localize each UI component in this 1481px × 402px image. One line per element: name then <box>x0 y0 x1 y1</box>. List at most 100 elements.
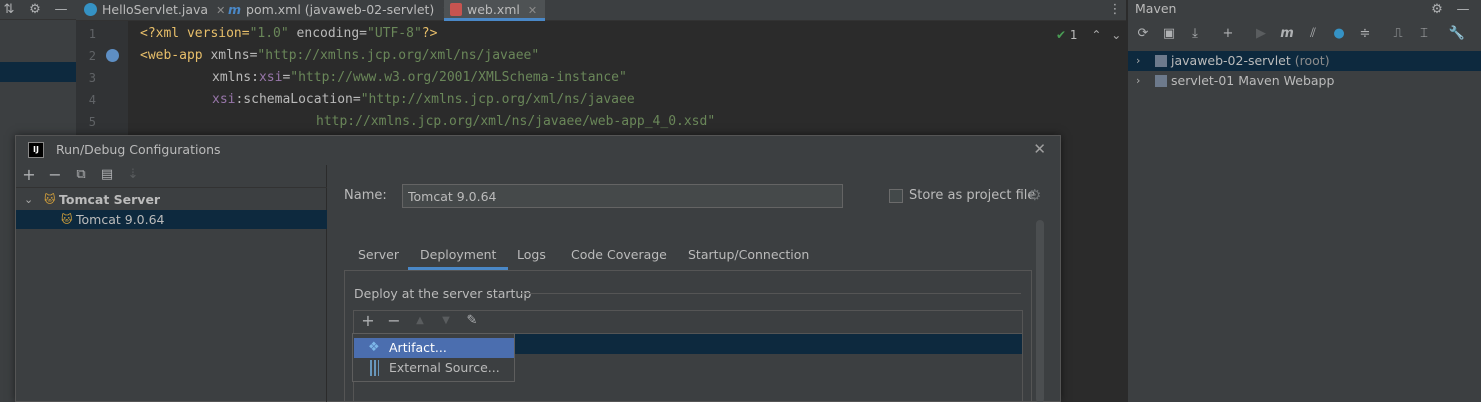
maven-module-icon <box>1155 55 1167 67</box>
maven-title: Maven <box>1135 1 1177 16</box>
show-deps-icon[interactable]: ⌶ <box>1415 25 1433 43</box>
download-icon[interactable]: ⤓ <box>1186 25 1204 43</box>
intellij-logo: IJ <box>28 142 44 158</box>
store-as-project-label[interactable]: Store as project file <box>909 188 1035 203</box>
run-icon[interactable]: ▶ <box>1252 25 1270 43</box>
class-icon <box>84 3 97 16</box>
chevron-down-icon[interactable]: ⌄ <box>24 190 33 209</box>
tree-group-tomcat[interactable]: ⌄ 🐱 Tomcat Server <box>16 190 327 209</box>
name-input[interactable] <box>402 184 843 208</box>
tab-deployment[interactable]: Deployment <box>408 244 509 270</box>
maven-toolbar: ⟳ ▣ ⤓ + ▶ m ⫽ ● ≑ ⎍ ⌶ 🔧 <box>1128 24 1481 48</box>
code-token: "1.0" <box>249 26 289 41</box>
close-icon[interactable]: ✕ <box>1033 140 1046 158</box>
minimize-icon[interactable]: — <box>52 1 70 19</box>
code-token: <web-app <box>140 48 203 63</box>
tab-pom[interactable]: mpom.xml (javaweb-02-servlet)✕ <box>228 0 452 21</box>
config-tabs: Server Deployment Logs Code Coverage Sta… <box>346 244 1046 270</box>
maven-project-suffix: (root) <box>1290 53 1330 68</box>
project-selected-row[interactable] <box>0 62 76 82</box>
tab-logs[interactable]: Logs <box>517 244 546 270</box>
copy-icon[interactable]: ⧉ <box>72 166 90 184</box>
maven-project-row[interactable]: › javaweb-02-servlet (root) <box>1128 51 1481 71</box>
code-line-3: xmlns:xsi="http://www.w3.org/2001/XMLSch… <box>212 70 627 85</box>
line-number: 2 <box>88 49 96 63</box>
run-debug-dialog: IJ Run/Debug Configurations ✕ + − ⧉ ▤ ⇣ … <box>15 135 1061 402</box>
scrollbar[interactable] <box>1036 220 1044 402</box>
code-token: <?xml version= <box>140 26 250 41</box>
deployment-toolbar: + − ▲ ▼ ✎ <box>354 311 1022 334</box>
minimize-icon[interactable]: — <box>1454 1 1472 19</box>
move-up-icon[interactable]: ▲ <box>411 312 429 330</box>
edit-icon[interactable]: ✎ <box>463 312 481 330</box>
more-icon[interactable]: ⋮ <box>1106 1 1124 19</box>
line-number: 3 <box>88 71 96 85</box>
code-token: xsi <box>258 70 283 85</box>
code-token: "UTF-8" <box>367 26 422 41</box>
gear-icon[interactable]: ⚙ <box>26 1 44 19</box>
tab-code-coverage[interactable]: Code Coverage <box>571 244 667 270</box>
close-icon[interactable]: ✕ <box>528 4 537 17</box>
chevron-down-icon[interactable]: ⌄ <box>1111 28 1121 42</box>
deploy-section-label: Deploy at the server startup <box>354 286 532 301</box>
folder-icon[interactable]: ▤ <box>98 166 116 184</box>
maven-project-label: javaweb-02-servlet <box>1171 53 1291 68</box>
code-token: "http://xmlns.jcp.org/xml/ns/javaee <box>360 92 635 107</box>
chevron-right-icon[interactable]: › <box>1136 51 1140 71</box>
inspection-widget[interactable]: ✔ 1 ⌃ ⌄ <box>1056 28 1121 42</box>
skip-tests-icon[interactable]: ● <box>1330 25 1348 43</box>
tab-label: HelloServlet.java <box>102 2 209 17</box>
wrench-icon[interactable]: 🔧 <box>1448 25 1466 43</box>
menu-item-artifact[interactable]: ❖ Artifact... <box>354 338 514 358</box>
toggle-offline-icon[interactable]: ⫽ <box>1304 25 1322 43</box>
add-icon[interactable]: + <box>1219 25 1237 43</box>
code-token: xmlns= <box>202 48 258 63</box>
code-token: ?> <box>421 26 438 41</box>
tab-web-xml[interactable]: web.xml ✕ <box>444 0 546 21</box>
remove-icon[interactable]: − <box>385 312 403 330</box>
close-icon[interactable]: ✕ <box>216 4 225 17</box>
gear-icon[interactable]: ⚙ <box>1428 1 1446 19</box>
store-as-project-checkbox[interactable] <box>889 189 903 203</box>
chevron-up-icon[interactable]: ⌃ <box>1091 28 1101 42</box>
code-line-4: xsi:schemaLocation="http://xmlns.jcp.org… <box>212 92 635 107</box>
remove-icon[interactable]: − <box>46 166 64 184</box>
add-folder-icon[interactable]: ▣ <box>1160 25 1178 43</box>
gear-icon[interactable]: ⚙ <box>1028 186 1041 204</box>
menu-item-external-source[interactable]: External Source... <box>354 358 514 378</box>
move-down-icon[interactable]: ▼ <box>437 312 455 330</box>
web-icon <box>106 49 119 62</box>
tab-helloservlet[interactable]: HelloServlet.java ✕ <box>84 0 225 21</box>
config-tree-pane: + − ⧉ ▤ ⇣ ⌄ 🐱 Tomcat Server 🐱 Tomcat 9.0… <box>16 165 327 402</box>
analyze-icon[interactable]: ⎍ <box>1389 25 1407 43</box>
code-token: http://xmlns.jcp.org/xml/ns/javaee/web-a… <box>316 114 716 129</box>
line-number: 4 <box>88 93 96 107</box>
collapse-all-icon[interactable]: ⇅ <box>0 1 18 19</box>
config-toolbar: + − ⧉ ▤ ⇣ <box>16 165 327 188</box>
maven-icon: m <box>228 2 242 17</box>
reload-icon[interactable]: ⟳ <box>1134 25 1152 43</box>
add-icon[interactable]: + <box>20 166 38 184</box>
add-icon[interactable]: + <box>359 312 377 330</box>
code-token: "http://www.w3.org/2001/XMLSchema-instan… <box>290 70 627 85</box>
tab-startup-connection[interactable]: Startup/Connection <box>688 244 809 270</box>
chevron-right-icon[interactable]: › <box>1136 71 1140 91</box>
maven-project-row[interactable]: › servlet-01 Maven Webapp <box>1128 71 1481 91</box>
code-token: :schemaLocation= <box>235 92 361 107</box>
maven-project-label: servlet-01 Maven Webapp <box>1171 73 1335 88</box>
code-line-2: <web-app xmlns="http://xmlns.jcp.org/xml… <box>140 48 539 63</box>
collapse-icon[interactable]: ≑ <box>1356 25 1374 43</box>
execute-goal-icon[interactable]: m <box>1278 25 1296 43</box>
sort-icon[interactable]: ⇣ <box>124 166 142 184</box>
dialog-title: Run/Debug Configurations <box>56 142 221 157</box>
tab-label: pom.xml (javaweb-02-servlet) <box>246 2 435 17</box>
tab-server[interactable]: Server <box>358 244 399 270</box>
menu-item-label: Artifact... <box>389 340 447 355</box>
tree-item-label: Tomcat 9.0.64 <box>76 212 165 227</box>
project-toolbar: ⇅ ⚙ — <box>0 0 76 20</box>
code-token: "http://xmlns.jcp.org/xml/ns/javaee" <box>257 48 540 63</box>
tree-item-tomcat-config[interactable]: 🐱 Tomcat 9.0.64 <box>16 210 327 229</box>
code-token: xmlns: <box>212 70 259 85</box>
xml-icon <box>450 3 462 16</box>
code-line-5: http://xmlns.jcp.org/xml/ns/javaee/web-a… <box>316 114 715 129</box>
